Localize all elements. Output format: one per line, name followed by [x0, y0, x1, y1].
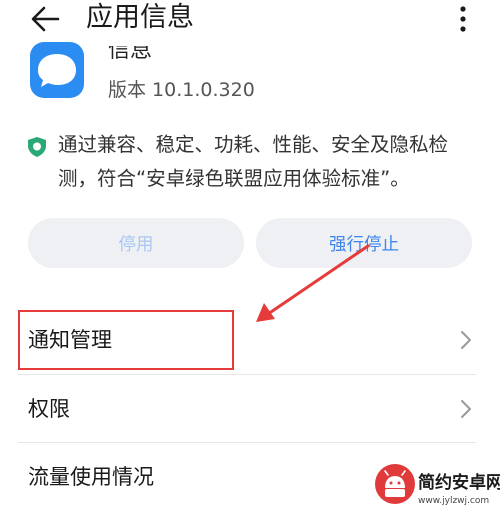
- list-item-label: 流量使用情况: [28, 465, 154, 489]
- highlight-box: [18, 310, 234, 370]
- divider: [18, 374, 476, 375]
- chevron-right-icon: [461, 331, 471, 349]
- list-item-permissions[interactable]: 权限: [18, 376, 476, 442]
- chevron-right-icon: [461, 400, 471, 418]
- watermark-url: www.jylzwj.com: [418, 496, 489, 506]
- divider: [18, 442, 476, 443]
- list-item-label: 权限: [28, 397, 70, 421]
- watermark: 简约安卓网 www.jylzwj.com: [372, 458, 500, 510]
- watermark-title: 简约安卓网: [418, 472, 500, 493]
